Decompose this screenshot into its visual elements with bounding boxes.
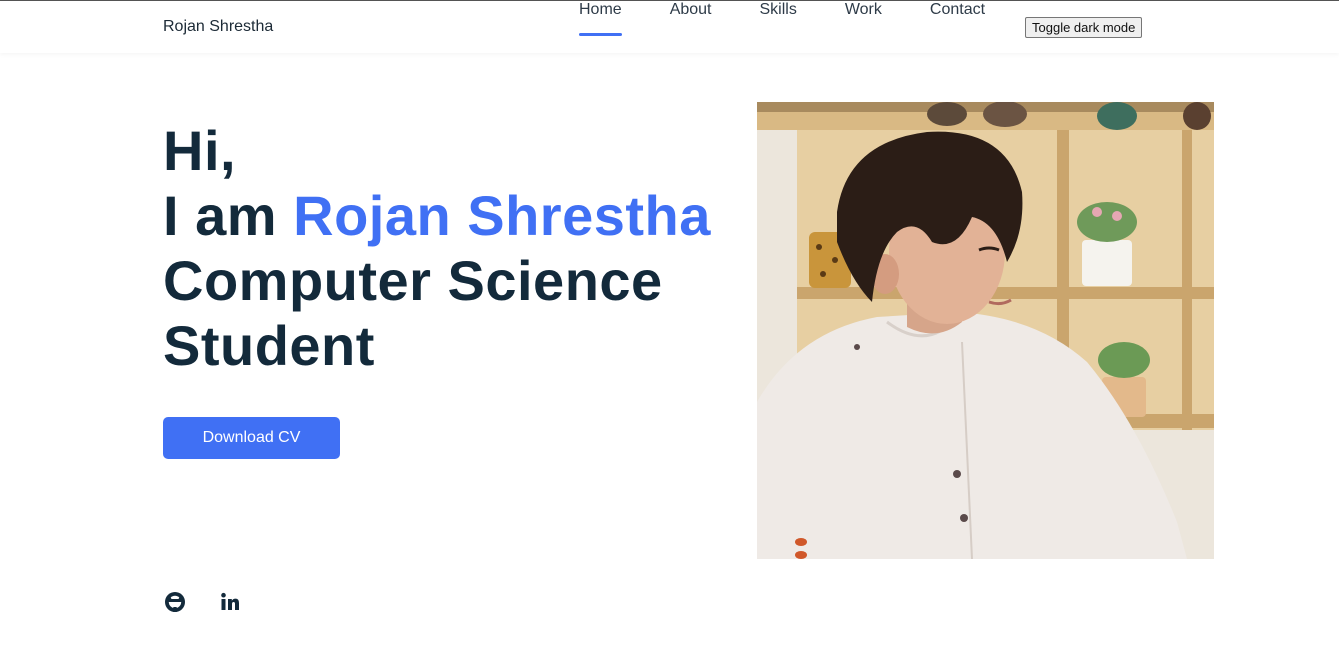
main-nav: Home About Skills Work Contact <box>579 1 1033 37</box>
hero-heading: Hi, I am Rojan Shrestha Computer Science… <box>163 118 711 378</box>
github-icon[interactable] <box>163 590 187 614</box>
nav-contact[interactable]: Contact <box>930 1 985 37</box>
hero-name: Rojan Shrestha <box>293 184 711 247</box>
hero-intro-prefix: I am <box>163 184 294 247</box>
hero-role-line2: Student <box>163 314 375 377</box>
linkedin-icon[interactable] <box>218 590 242 614</box>
hero-greeting: Hi, <box>163 119 237 182</box>
nav-about[interactable]: About <box>670 1 712 37</box>
nav-work[interactable]: Work <box>845 1 882 37</box>
profile-photo <box>757 102 1214 559</box>
nav-skills[interactable]: Skills <box>760 1 797 37</box>
nav-home[interactable]: Home <box>579 1 622 37</box>
site-header: Rojan Shrestha Home About Skills Work Co… <box>0 1 1339 53</box>
site-logo[interactable]: Rojan Shrestha <box>163 18 273 36</box>
dark-mode-toggle-button[interactable]: Toggle dark mode <box>1025 17 1143 38</box>
hero-role-line1: Computer Science <box>163 249 663 312</box>
download-cv-button[interactable]: Download CV <box>163 417 340 459</box>
